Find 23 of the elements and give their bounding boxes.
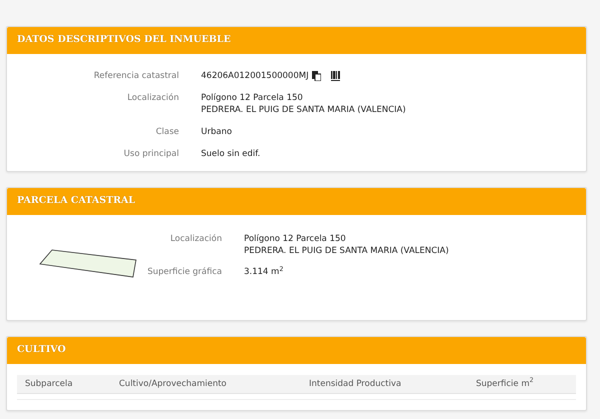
field-value: 46206A012001500000MJ: [201, 70, 309, 82]
field-label: Referencia catastral: [92, 70, 179, 82]
field-value: Polígono 12 Parcela 150: [201, 92, 303, 104]
copy-icon[interactable]: [312, 71, 321, 81]
field-value: PEDRERA. EL PUIG DE SANTA MARIA (VALENCIA): [244, 245, 449, 257]
column-header: Intensidad Productiva: [309, 378, 402, 390]
panel-title: PARCELA CATASTRAL: [17, 194, 136, 208]
field-label: Superficie gráfica: [146, 266, 222, 278]
field-value: Polígono 12 Parcela 150: [244, 233, 346, 245]
panel-title: CULTIVO: [17, 343, 66, 358]
field-label: Uso principal: [122, 148, 179, 160]
column-header: Superficie m$^{2}$: [476, 378, 535, 390]
field-value: 3.114 m$^{2}$: [244, 266, 284, 278]
field-value: Urbano: [201, 126, 232, 138]
panel-title: DATOS DESCRIPTIVOS DEL INMUEBLE: [17, 33, 231, 48]
field-label: Localización: [126, 92, 179, 105]
column-header: Cultivo/Aprovechamiento: [119, 378, 228, 390]
field-value: PEDRERA. EL PUIG DE SANTA MARIA (VALENCIA): [201, 104, 406, 116]
column-header: Subparcela: [25, 378, 74, 390]
barcode-icon[interactable]: [330, 71, 341, 81]
field-label: Clase: [154, 126, 179, 138]
field-label: Localización: [169, 233, 222, 246]
field-value: Suelo sin edif.: [201, 148, 260, 160]
